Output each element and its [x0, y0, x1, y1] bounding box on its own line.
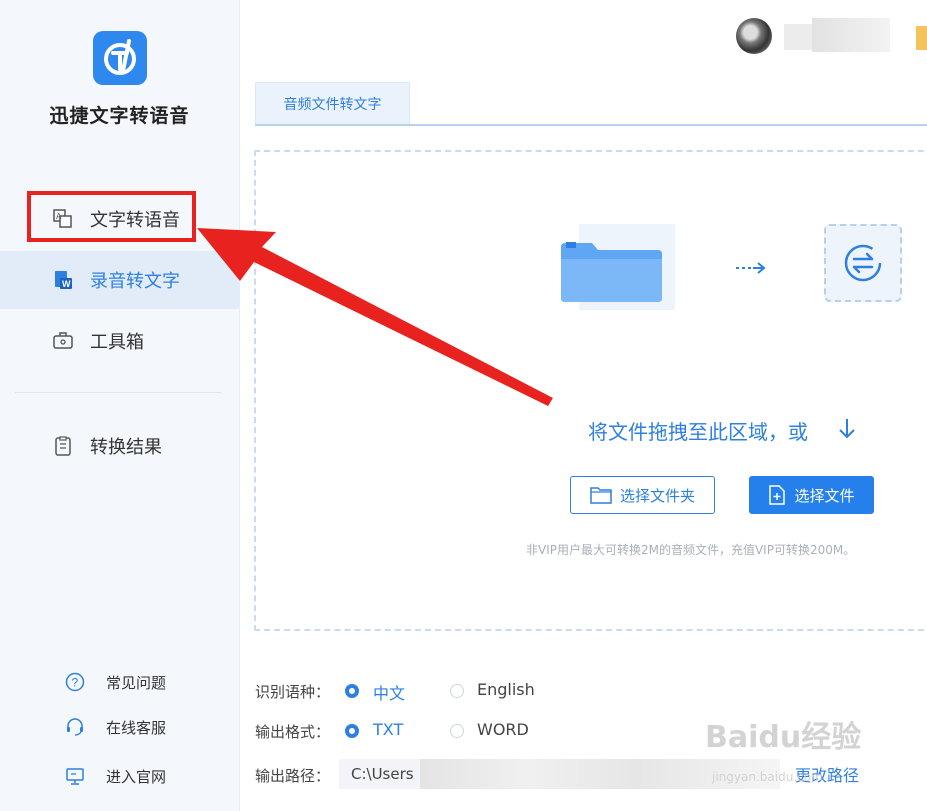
watermark-brand: Baidu经验	[705, 720, 862, 755]
online-support-label: 在线客服	[106, 718, 167, 737]
sidebar-item-label: 工具箱	[90, 332, 144, 353]
svg-text:?: ?	[72, 676, 79, 690]
result-list-icon	[52, 435, 74, 457]
format-label: 输出格式：	[255, 723, 331, 741]
sidebar-item-toolbox[interactable]: 工具箱	[0, 312, 239, 370]
blurred-account-info	[812, 18, 890, 52]
output-path-value: C:\Users	[351, 765, 414, 783]
watermark-url: jingyan.baidu.com	[712, 770, 823, 784]
tab-underline	[255, 124, 927, 126]
annotation-highlight-box	[27, 191, 196, 242]
language-radio-english[interactable]	[450, 684, 464, 698]
folder-icon	[561, 242, 662, 302]
faq-link[interactable]: ? 常见问题	[64, 668, 166, 696]
language-label: 识别语种：	[255, 683, 331, 701]
online-support-link[interactable]: 在线客服	[64, 713, 166, 741]
format-radio-word[interactable]	[450, 724, 464, 738]
select-file-button[interactable]: 选择文件	[749, 476, 874, 514]
arrow-down-icon	[839, 419, 855, 439]
word-document-icon: W	[52, 269, 74, 291]
monitor-icon	[64, 765, 86, 787]
app-logo-icon	[93, 31, 147, 85]
format-option-word[interactable]: WORD	[477, 720, 529, 739]
toolbox-icon	[52, 330, 74, 352]
drop-instruction: 将文件拖拽至此区域，或	[588, 420, 808, 444]
sidebar-divider	[15, 392, 221, 393]
language-radio-chinese[interactable]	[345, 684, 359, 698]
file-drop-zone[interactable]	[254, 150, 927, 631]
sidebar-item-label: 转换结果	[90, 437, 162, 458]
language-option-english[interactable]: English	[477, 680, 535, 699]
official-site-label: 进入官网	[106, 767, 167, 786]
swap-icon	[844, 244, 882, 282]
format-option-txt[interactable]: TXT	[373, 720, 403, 739]
svg-text:W: W	[62, 279, 71, 289]
sidebar-item-speech-to-text[interactable]: W 录音转文字	[0, 251, 239, 309]
faq-label: 常见问题	[106, 673, 167, 692]
blurred-username	[784, 24, 812, 50]
sidebar: 迅捷文字转语音 A 文字转语音 W 录音转文字 工具箱 转换结果 ? 常见问题	[0, 0, 240, 811]
folder-outline-icon	[590, 487, 612, 504]
select-folder-label: 选择文件夹	[619, 486, 695, 505]
sidebar-item-results[interactable]: 转换结果	[0, 417, 239, 475]
help-circle-icon: ?	[64, 671, 86, 693]
vip-badge[interactable]	[916, 26, 927, 50]
add-file-icon	[769, 485, 786, 505]
user-avatar[interactable]	[736, 18, 772, 54]
sidebar-item-label: 录音转文字	[90, 271, 180, 292]
upload-limit-hint: 非VIP用户最大可转换2M的音频文件，充值VIP可转换200M。	[526, 543, 856, 557]
headset-icon	[64, 716, 86, 738]
select-file-label: 选择文件	[794, 486, 855, 505]
dotted-arrow-icon	[736, 262, 766, 274]
tab-audio-to-text[interactable]: 音频文件转文字	[255, 82, 410, 125]
app-title: 迅捷文字转语音	[49, 105, 190, 127]
convert-illustration	[824, 224, 902, 302]
official-site-link[interactable]: 进入官网	[64, 762, 166, 790]
select-folder-button[interactable]: 选择文件夹	[570, 476, 715, 514]
language-option-chinese[interactable]: 中文	[373, 680, 405, 704]
output-path-label: 输出路径：	[255, 767, 331, 785]
format-radio-txt[interactable]	[345, 724, 359, 738]
